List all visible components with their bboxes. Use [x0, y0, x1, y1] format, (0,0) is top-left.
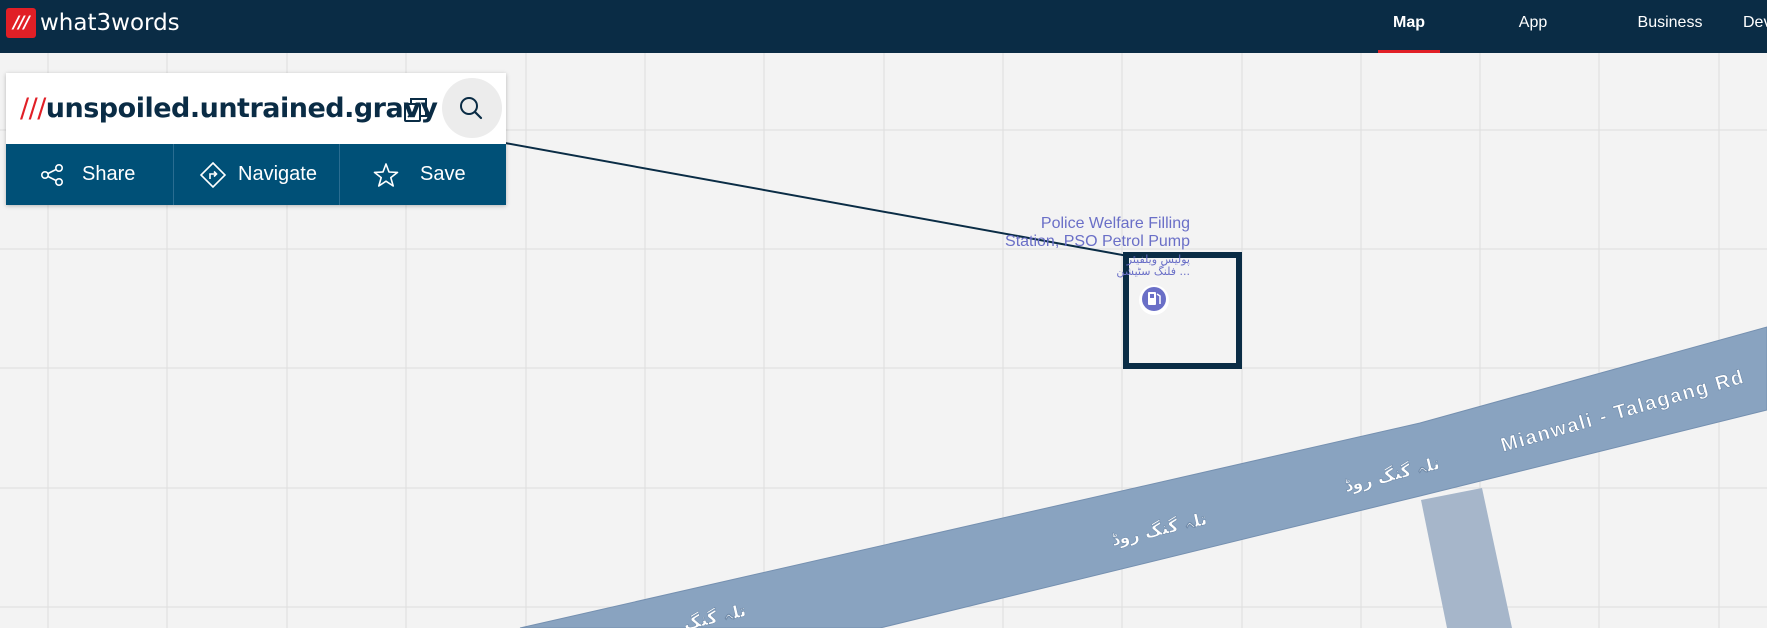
nav-business[interactable]: Business: [1620, 0, 1720, 53]
top-header: /// what3words Map App Business Dev: [0, 0, 1767, 53]
navigate-button[interactable]: Navigate: [174, 144, 339, 205]
address-card: ///unspoiled.untrained.gravy Share Navig…: [6, 73, 506, 205]
save-label: Save: [420, 163, 466, 185]
copy-icon: [404, 98, 427, 122]
star-icon: [373, 163, 399, 187]
address-words: unspoiled.untrained.gravy: [45, 93, 438, 124]
nav-developers[interactable]: Dev: [1743, 0, 1767, 53]
search-button[interactable]: [442, 78, 502, 138]
address-slashes: ///: [20, 93, 46, 124]
nav-app[interactable]: App: [1513, 0, 1553, 53]
main-road: [519, 326, 1767, 628]
what3words-logo-mark[interactable]: ///: [6, 8, 36, 38]
save-button[interactable]: Save: [340, 144, 506, 205]
three-word-address[interactable]: ///unspoiled.untrained.gravy: [20, 87, 438, 131]
action-bar: Share Navigate Save: [6, 144, 506, 205]
search-icon: [460, 97, 483, 120]
poi-name-line1[interactable]: Police Welfare Filling: [1041, 215, 1190, 233]
navigate-icon: [200, 162, 226, 188]
what3words-logo-text[interactable]: what3words: [40, 8, 180, 38]
nav-map[interactable]: Map: [1378, 0, 1440, 53]
navigate-label: Navigate: [238, 163, 317, 185]
share-label: Share: [82, 163, 136, 185]
share-icon: [40, 163, 63, 186]
poi-urdu-line2: فلنگ سٹیشن ...: [1116, 265, 1190, 278]
share-button[interactable]: Share: [6, 144, 173, 205]
poi-name-line2[interactable]: Station, PSO Petrol Pump: [1005, 233, 1190, 251]
copy-address-button[interactable]: [396, 90, 436, 130]
fuel-pump-icon[interactable]: [1139, 285, 1169, 315]
